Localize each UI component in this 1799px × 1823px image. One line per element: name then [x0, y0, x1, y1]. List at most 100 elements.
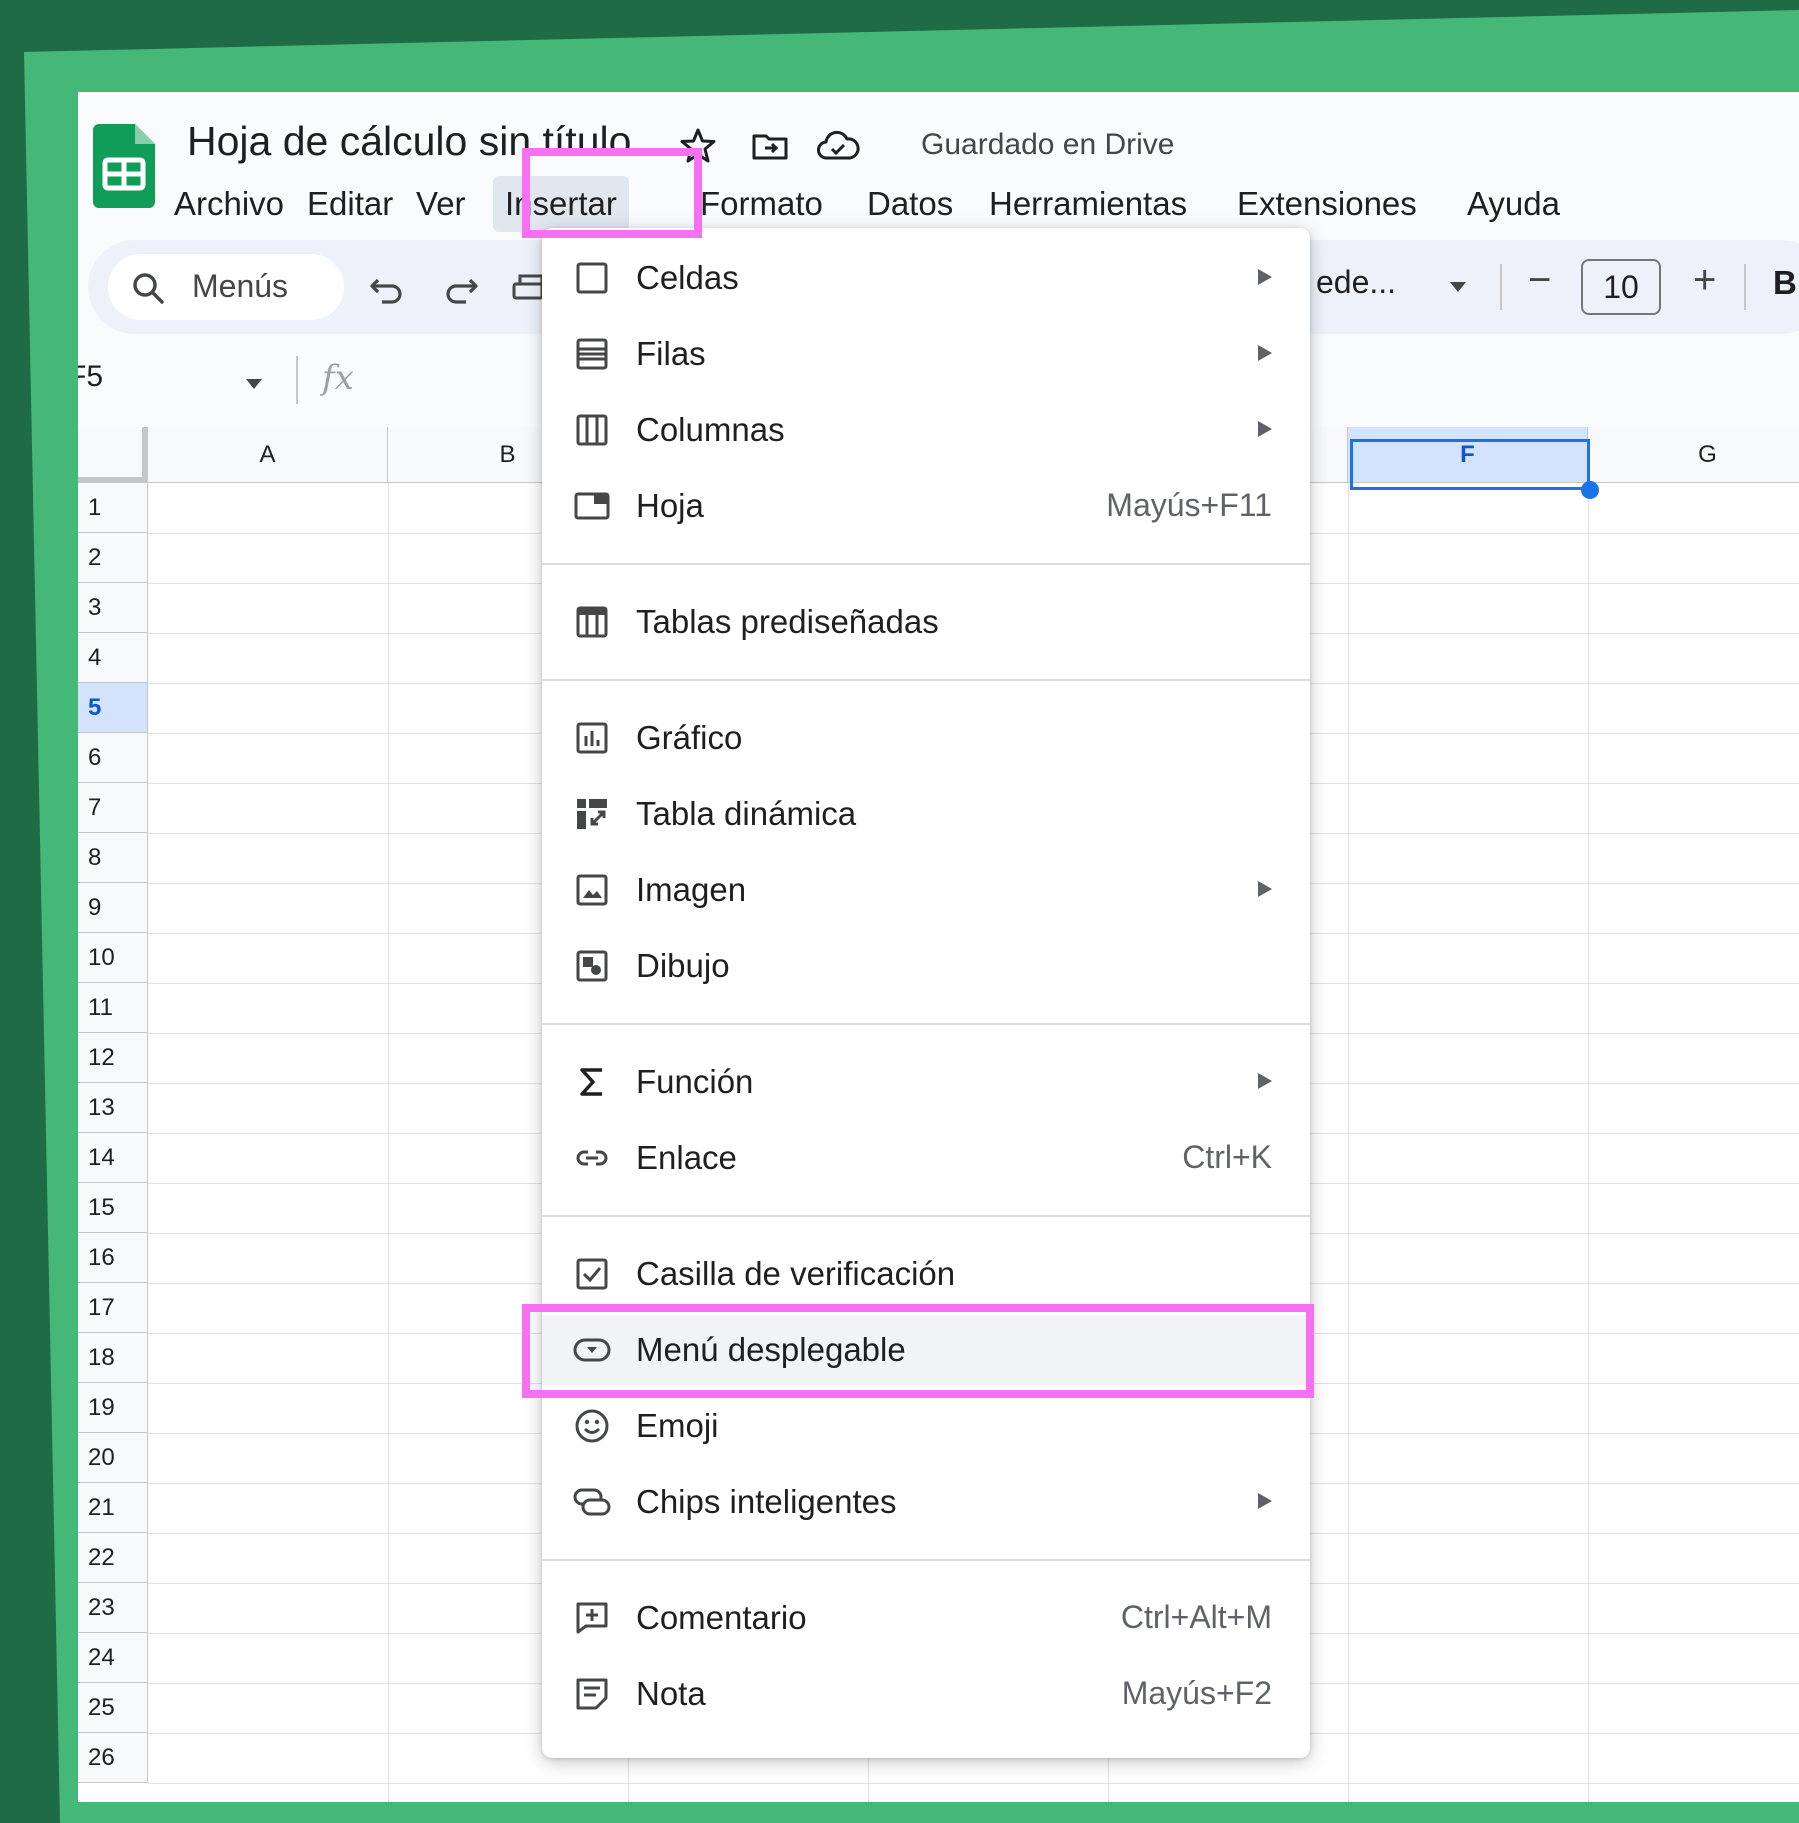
- sigma-icon: [580, 1068, 602, 1096]
- insert-menu-dropdown: Celdas Filas Columnas Hoja Mayús+F11 Tablas p…: [542, 228, 1310, 1758]
- menu-item-casilla-de-verificacion[interactable]: Casilla de verificación: [542, 1239, 1310, 1309]
- menu-datos[interactable]: Datos: [855, 176, 965, 232]
- move-folder-icon[interactable]: [750, 126, 790, 166]
- row-header-4[interactable]: 4: [78, 633, 148, 683]
- undo-icon[interactable]: [368, 268, 408, 308]
- menu-item-hoja[interactable]: Hoja Mayús+F11: [542, 471, 1310, 541]
- rows-icon: [576, 338, 608, 370]
- menu-item-grafico[interactable]: Gráfico: [542, 703, 1310, 773]
- row-header-24[interactable]: 24: [78, 1633, 148, 1683]
- menu-item-label: Hoja: [636, 487, 704, 524]
- menu-ayuda[interactable]: Ayuda: [1455, 176, 1572, 232]
- drawing-icon: [576, 950, 608, 982]
- menu-item-funcion[interactable]: Función: [542, 1047, 1310, 1117]
- toolbar-divider: [1744, 264, 1746, 310]
- menu-insertar[interactable]: Insertar: [493, 176, 629, 232]
- menu-item-label: Dibujo: [636, 947, 730, 984]
- name-box[interactable]: F5: [78, 360, 103, 394]
- row-header-25[interactable]: 25: [78, 1683, 148, 1733]
- submenu-arrow-icon: [1258, 881, 1272, 897]
- menu-item-menu-desplegable[interactable]: Menú desplegable: [542, 1315, 1310, 1385]
- print-icon[interactable]: [512, 268, 542, 308]
- row-header-19[interactable]: 19: [78, 1383, 148, 1433]
- row-header-15[interactable]: 15: [78, 1183, 148, 1233]
- font-family-select[interactable]: ede...: [1316, 264, 1396, 301]
- menu-item-celdas[interactable]: Celdas: [542, 243, 1310, 313]
- row-header-9[interactable]: 9: [78, 883, 148, 933]
- row-header-7[interactable]: 7: [78, 783, 148, 833]
- menu-formato[interactable]: Formato: [688, 176, 835, 232]
- menu-item-chips-inteligentes[interactable]: Chips inteligentes: [542, 1467, 1310, 1537]
- menu-herramientas[interactable]: Herramientas: [977, 176, 1199, 232]
- row-header-8[interactable]: 8: [78, 833, 148, 883]
- menu-item-enlace[interactable]: Enlace Ctrl+K: [542, 1123, 1310, 1193]
- decrease-font-size-button[interactable]: −: [1528, 258, 1551, 303]
- column-header-a[interactable]: A: [148, 427, 388, 483]
- row-header-22[interactable]: 22: [78, 1533, 148, 1583]
- selected-cell-f5[interactable]: [1350, 439, 1590, 490]
- menu-item-columnas[interactable]: Columnas: [542, 395, 1310, 465]
- menu-item-label: Tablas prediseñadas: [636, 603, 939, 640]
- menu-item-label: Comentario: [636, 1599, 807, 1636]
- row-header-14[interactable]: 14: [78, 1133, 148, 1183]
- menu-ver[interactable]: Ver: [404, 176, 478, 232]
- redo-icon[interactable]: [440, 268, 480, 308]
- search-label: Menús: [192, 268, 289, 304]
- font-size-input[interactable]: 10: [1581, 259, 1661, 315]
- row-header-5[interactable]: 5: [78, 683, 148, 733]
- menu-item-label: Tabla dinámica: [636, 795, 857, 832]
- increase-font-size-button[interactable]: +: [1693, 258, 1716, 303]
- row-header-6[interactable]: 6: [78, 733, 148, 783]
- menu-item-comentario[interactable]: Comentario Ctrl+Alt+M: [542, 1583, 1310, 1653]
- row-header-3[interactable]: 3: [78, 583, 148, 633]
- menu-item-imagen[interactable]: Imagen: [542, 855, 1310, 925]
- menu-item-nota[interactable]: Nota Mayús+F2: [542, 1659, 1310, 1729]
- row-header-21[interactable]: 21: [78, 1483, 148, 1533]
- menu-item-filas[interactable]: Filas: [542, 319, 1310, 389]
- row-header-16[interactable]: 16: [78, 1233, 148, 1283]
- row-header-12[interactable]: 12: [78, 1033, 148, 1083]
- menu-item-label: Casilla de verificación: [636, 1255, 956, 1292]
- saved-status[interactable]: Guardado en Drive: [921, 128, 1174, 162]
- menu-extensiones[interactable]: Extensiones: [1225, 176, 1429, 232]
- grid-line: [1588, 483, 1589, 1802]
- name-box-caret-icon[interactable]: [244, 378, 264, 390]
- row-header-10[interactable]: 10: [78, 933, 148, 983]
- menu-item-dibujo[interactable]: Dibujo: [542, 931, 1310, 1001]
- fx-icon: fx: [322, 358, 354, 398]
- menu-item-tablas-predisenadas[interactable]: Tablas prediseñadas: [542, 587, 1310, 657]
- row-header-20[interactable]: 20: [78, 1433, 148, 1483]
- smart-chips-icon: [573, 1488, 611, 1516]
- columns-icon: [576, 414, 608, 446]
- font-caret-icon[interactable]: [1448, 280, 1468, 294]
- row-header-2[interactable]: 2: [78, 533, 148, 583]
- column-header-g[interactable]: G: [1588, 427, 1799, 483]
- link-icon: [576, 1150, 608, 1166]
- row-header-26[interactable]: 26: [78, 1733, 148, 1783]
- star-icon[interactable]: [678, 126, 718, 166]
- menu-item-emoji[interactable]: Emoji: [542, 1391, 1310, 1461]
- table-icon: [576, 606, 608, 638]
- fill-handle[interactable]: [1581, 481, 1599, 499]
- row-header-17[interactable]: 17: [78, 1283, 148, 1333]
- document-title[interactable]: Hoja de cálculo sin título: [187, 118, 631, 165]
- menu-editar[interactable]: Editar: [295, 176, 405, 232]
- cloud-saved-icon[interactable]: [816, 126, 860, 166]
- row-header-23[interactable]: 23: [78, 1583, 148, 1633]
- submenu-arrow-icon: [1258, 1493, 1272, 1509]
- row-header-18[interactable]: 18: [78, 1333, 148, 1383]
- row-header-11[interactable]: 11: [78, 983, 148, 1033]
- comment-icon: [576, 1602, 608, 1634]
- sheets-logo-icon[interactable]: [93, 124, 155, 208]
- row-header-1[interactable]: 1: [78, 483, 148, 533]
- search-menus-button[interactable]: Menús: [108, 254, 344, 320]
- select-all-corner[interactable]: [78, 427, 148, 483]
- menu-archivo[interactable]: Archivo: [162, 176, 296, 232]
- bold-button[interactable]: B: [1773, 264, 1797, 302]
- submenu-arrow-icon: [1258, 1073, 1272, 1089]
- menu-item-tabla-dinamica[interactable]: Tabla dinámica: [542, 779, 1310, 849]
- search-icon: [133, 273, 164, 304]
- row-header-13[interactable]: 13: [78, 1083, 148, 1133]
- emoji-icon: [575, 1409, 609, 1443]
- grid-line: [148, 1783, 1799, 1784]
